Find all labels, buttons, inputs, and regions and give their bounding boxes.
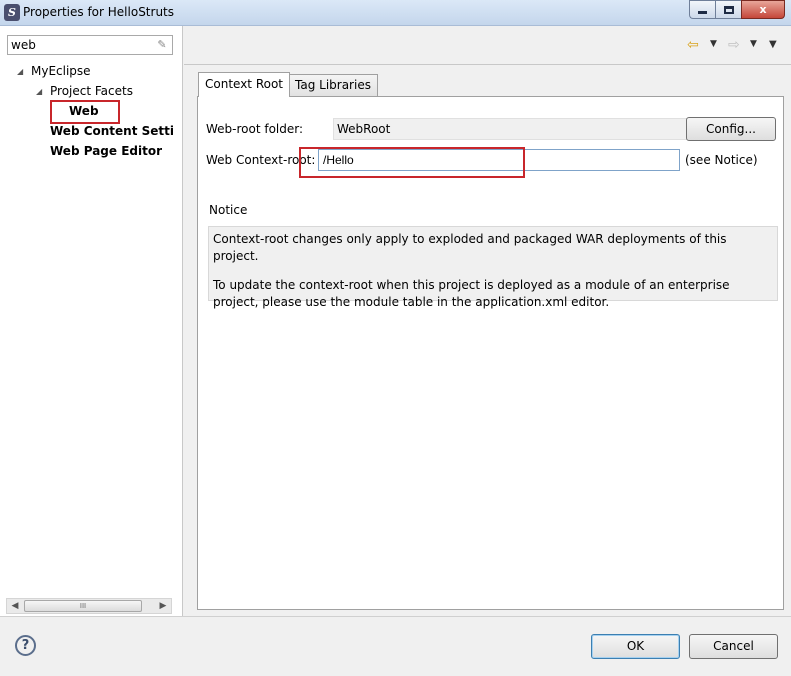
back-menu-chevron-down-icon[interactable]: ▼ bbox=[710, 39, 717, 49]
clear-filter-icon[interactable]: ✎ bbox=[155, 38, 169, 52]
window-controls: x bbox=[689, 0, 785, 19]
window-title: Properties for HelloStruts bbox=[23, 5, 175, 19]
tree-item-web-content-settings[interactable]: Web Content Settings bbox=[50, 124, 175, 138]
footer-divider bbox=[0, 616, 791, 617]
context-root-label: Web Context-root: bbox=[206, 153, 316, 167]
config-button[interactable]: Config... bbox=[686, 117, 776, 141]
minimize-button[interactable] bbox=[689, 0, 715, 19]
tree-item-project-facets[interactable]: Project Facets bbox=[50, 84, 133, 98]
tree-item-myeclipse[interactable]: MyEclipse bbox=[31, 64, 91, 78]
notice-line-1: Context-root changes only apply to explo… bbox=[213, 232, 727, 263]
tree-item-web-page-editor[interactable]: Web Page Editor bbox=[50, 144, 162, 158]
notice-text-box: Context-root changes only apply to explo… bbox=[208, 226, 778, 309]
properties-page: ⇦ ▼ ⇨ ▼ ▼ Context Root Tag Libraries Web… bbox=[184, 26, 791, 616]
tab-tag-libraries[interactable]: Tag Libraries bbox=[288, 74, 378, 96]
ok-button[interactable]: OK bbox=[591, 634, 680, 659]
filter-input[interactable] bbox=[7, 35, 173, 55]
scroll-right-icon[interactable]: ▶ bbox=[155, 599, 171, 613]
forward-arrow-icon[interactable]: ⇨ bbox=[728, 37, 740, 53]
horizontal-scrollbar[interactable]: ◀ III ▶ bbox=[6, 598, 172, 614]
web-root-label: Web-root folder: bbox=[206, 122, 304, 136]
view-menu-chevron-down-icon[interactable]: ▼ bbox=[769, 39, 777, 50]
back-arrow-icon[interactable]: ⇦ bbox=[687, 37, 699, 53]
web-root-field: WebRoot bbox=[333, 118, 694, 140]
scroll-thumb[interactable]: III bbox=[24, 600, 142, 612]
maximize-icon bbox=[723, 5, 734, 14]
myeclipse-app-icon: S bbox=[4, 4, 20, 21]
cancel-button[interactable]: Cancel bbox=[689, 634, 778, 659]
preference-tree-pane: ✎ ◢ MyEclipse ◢ Project Facets Web Web C… bbox=[0, 26, 183, 616]
title-bar: S Properties for HelloStruts x bbox=[0, 0, 791, 26]
help-icon[interactable]: ? bbox=[15, 635, 36, 656]
expand-arrow-icon[interactable]: ◢ bbox=[17, 67, 23, 76]
notice-title: Notice bbox=[209, 203, 248, 217]
context-root-panel: Web-root folder: WebRoot Config... Web C… bbox=[197, 96, 784, 610]
close-icon: x bbox=[759, 3, 767, 16]
context-root-input[interactable] bbox=[318, 149, 680, 171]
see-notice-text: (see Notice) bbox=[685, 153, 758, 167]
maximize-button[interactable] bbox=[715, 0, 741, 19]
header-divider bbox=[184, 64, 791, 65]
minimize-icon bbox=[698, 11, 707, 14]
close-button[interactable]: x bbox=[741, 0, 785, 19]
tab-context-root[interactable]: Context Root bbox=[198, 72, 291, 97]
notice-line-2: To update the context-root when this pro… bbox=[213, 278, 730, 309]
scroll-left-icon[interactable]: ◀ bbox=[7, 599, 23, 613]
selection-highlight-box bbox=[50, 100, 120, 124]
forward-menu-chevron-down-icon[interactable]: ▼ bbox=[750, 39, 757, 49]
expand-arrow-icon[interactable]: ◢ bbox=[36, 87, 42, 96]
